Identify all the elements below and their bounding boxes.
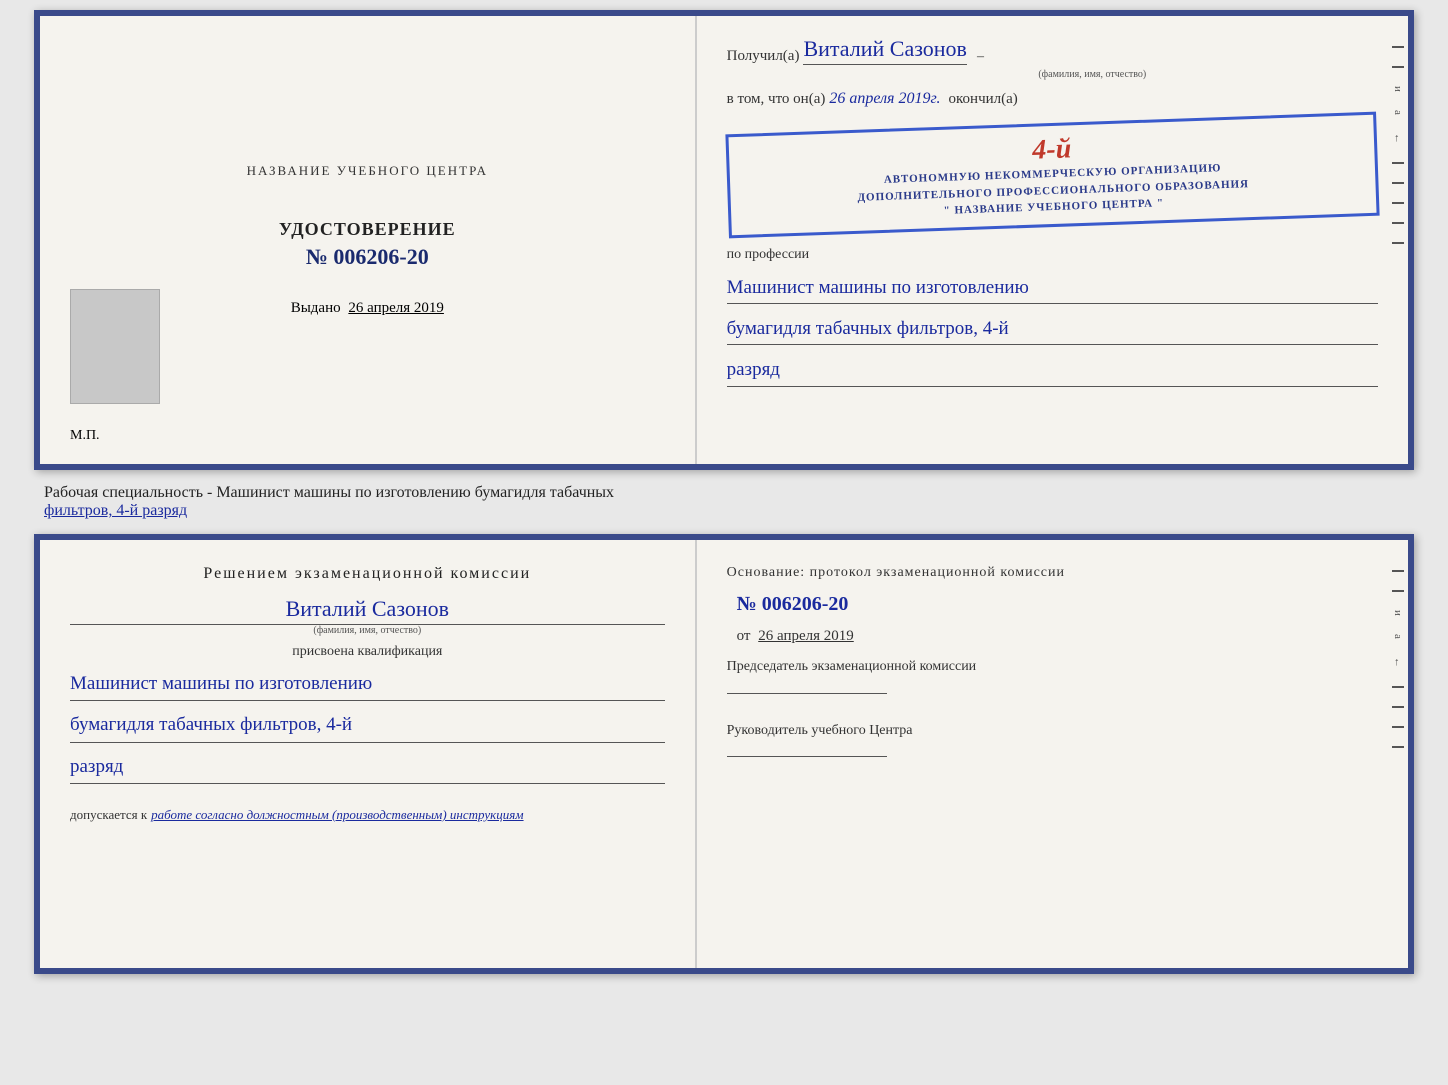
dopuskaetsya-prefix: допускается к [70,807,147,823]
fio-handwritten: Виталий Сазонов [70,596,665,625]
dopuskaetsya-line: допускается к работе согласно должностны… [70,807,665,823]
bottom-side-marks: и а ← [1392,570,1404,748]
received-line: Получил(а) Виталий Сазонов – (фамилия, и… [727,36,1378,80]
side-mark-4 [1392,182,1404,184]
side-marks: и а ← [1392,46,1404,244]
doc-right-panel: Получил(а) Виталий Сазонов – (фамилия, и… [697,16,1408,464]
photo-placeholder [70,289,160,404]
bsm-5 [1392,726,1404,728]
side-letter-a: а [1392,110,1404,115]
bsm-2 [1392,590,1404,592]
osnov-label: Основание: протокол экзаменационной коми… [727,565,1378,581]
chairman-signature-line [727,693,887,694]
bottom-left-panel: Решением экзаменационной комиссии Витали… [40,540,697,968]
middle-text-block: Рабочая специальность - Машинист машины … [34,478,1414,526]
fio-sub: (фамилия, имя, отчество) [70,625,665,636]
rukovoditel-label: Руководитель учебного Центра [727,721,1378,741]
vydano-date: 26 апреля 2019 [348,300,444,316]
dash1: – [977,49,984,65]
received-name: Виталий Сазонов [803,36,966,65]
side-mark-1 [1392,46,1404,48]
bsm-k: ← [1392,657,1404,668]
udostoverenie-block: УДОСТОВЕРЕНИЕ № 006206-20 [279,219,456,270]
side-letter-k: ← [1392,133,1404,144]
side-mark-6 [1392,222,1404,224]
center-label: НАЗВАНИЕ УЧЕБНОГО ЦЕНТРА [247,163,488,179]
bsm-a: а [1392,634,1404,639]
vydano-line: Выдано 26 апреля 2019 [291,300,444,317]
rukovoditel-signature-line [727,756,887,757]
dopuskaetsya-text: работе согласно должностным (производств… [151,807,523,823]
name-sub: (фамилия, имя, отчество) [807,69,1378,80]
qual-line2: бумагидля табачных фильтров, 4-й [70,709,665,742]
side-letter-i: и [1392,86,1404,92]
fio-block: Виталий Сазонов (фамилия, имя, отчество) [70,591,665,636]
ot-date-line: от 26 апреля 2019 [737,628,1378,645]
bsm-i: и [1392,610,1404,616]
protokol-number: № 006206-20 [737,593,1378,616]
prisvoena-label: присвоена квалификация [70,644,665,660]
received-prefix: Получил(а) [727,48,800,65]
mp-label: М.П. [70,428,100,444]
middle-line1: Рабочая специальность - Машинист машины … [44,484,614,501]
bottom-right-panel: Основание: протокол экзаменационной коми… [697,540,1408,968]
stamp-block: 4-й АВТОНОМНУЮ НЕКОММЕРЧЕСКУЮ ОРГАНИЗАЦИ… [725,112,1380,238]
side-mark-7 [1392,242,1404,244]
qual-line1: Машинист машины по изготовлению [70,668,665,701]
vydano-label: Выдано [291,300,341,316]
doc-left-panel: НАЗВАНИЕ УЧЕБНОГО ЦЕНТРА УДОСТОВЕРЕНИЕ №… [40,16,697,464]
vtom-line: в том, что он(а) 26 апреля 2019г. окончи… [727,90,1378,108]
chairman-label: Председатель экзаменационной комиссии [727,657,1378,677]
bsm-3 [1392,686,1404,688]
prof-line2: бумагидля табачных фильтров, 4-й [727,314,1378,345]
side-mark-5 [1392,202,1404,204]
ot-label: от [737,628,751,644]
middle-line2: фильтров, 4-й разряд [44,502,187,519]
udostoverenie-number: № 006206-20 [279,244,456,270]
vtom-date: 26 апреля 2019г. [829,90,940,108]
udostoverenie-title: УДОСТОВЕРЕНИЕ [279,219,456,240]
prof-line3: разряд [727,355,1378,386]
top-document: НАЗВАНИЕ УЧЕБНОГО ЦЕНТРА УДОСТОВЕРЕНИЕ №… [34,10,1414,470]
bsm-6 [1392,746,1404,748]
bsm-1 [1392,570,1404,572]
qual-line3: разряд [70,751,665,784]
bottom-document: Решением экзаменационной комиссии Витали… [34,534,1414,974]
side-mark-2 [1392,66,1404,68]
vtom-prefix: в том, что он(а) [727,91,826,108]
vtom-suffix: окончил(а) [949,91,1018,108]
bsm-4 [1392,706,1404,708]
prof-line1: Машинист машины по изготовлению [727,273,1378,304]
prof-label: по профессии [727,247,1378,263]
komissia-title: Решением экзаменационной комиссии [70,565,665,583]
ot-date: 26 апреля 2019 [758,628,854,644]
side-mark-3 [1392,162,1404,164]
